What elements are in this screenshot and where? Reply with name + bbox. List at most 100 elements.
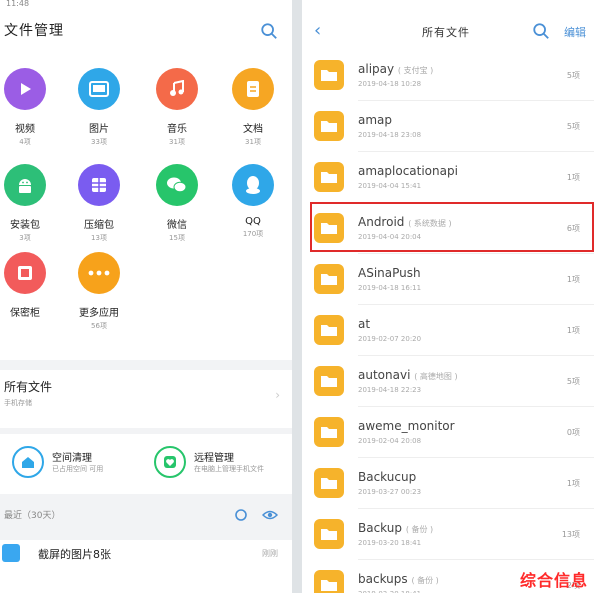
eye-icon[interactable] [262,508,278,522]
all-files-entry[interactable]: 所有文件 手机存储 › [4,378,284,418]
divider [0,360,292,370]
header: 文件管理 [4,20,282,44]
home-icon [12,446,44,478]
category-count: 31项 [245,138,261,146]
folder-name-text: backups [358,572,408,586]
category-label: QQ [245,216,261,227]
search-icon[interactable] [260,22,278,40]
category-image[interactable]: 图片 33项 [70,68,128,147]
category-count: 56项 [91,322,107,330]
folder-count: 1项 [566,326,580,335]
watermark-text: 综合信息 [519,571,588,590]
folder-row[interactable]: amaplocationapi 2019-04-04 15:41 1项 [302,152,594,203]
folder-count: 13项 [561,530,580,539]
folder-count: 0项 [566,428,580,437]
folder-date: 2019-04-18 23:08 [358,131,422,139]
category-label: 微信 [167,220,187,231]
category-more[interactable]: 更多应用 56项 [70,252,128,331]
screenshot-composite: 11:48 文件管理 视频 4项 图片 33项 音乐 31项 文档 31项安装包 3项 压缩包 13… [0,0,594,593]
category-archive[interactable]: 压缩包 13项 [70,164,128,243]
safe-icon [4,252,46,294]
folder-name: autonavi ( 高德地图 ) [358,368,458,382]
folder-date: 2019-02-04 20:08 [358,437,422,445]
folder-icon [314,468,344,498]
folder-count: 1项 [566,275,580,284]
folder-name-text: amaplocationapi [358,164,458,178]
folder-date: 2019-02-07 20:20 [358,335,422,343]
folder-tag: ( 高德地图 ) [414,372,458,381]
back-icon[interactable]: ‹ [314,20,321,41]
folder-tag: ( 备份 ) [411,576,439,585]
folder-row[interactable]: Backucup 2019-03-27 00:23 1项 [302,458,594,509]
folder-date: 2019-04-04 15:41 [358,182,422,190]
folder-name-text: Backup [358,521,402,535]
circle-icon[interactable] [234,508,248,522]
divider [0,428,292,434]
folder-icon [314,417,344,447]
category-label: 压缩包 [84,220,114,231]
folder-row[interactable]: aweme_monitor 2019-02-04 20:08 0项 [302,407,594,458]
page-title: 文件管理 [4,23,64,39]
document-icon [232,68,274,110]
category-count: 31项 [169,138,185,146]
category-label: 文档 [243,124,263,135]
folder-name-text: alipay [358,62,395,76]
folder-date: 2019-03-20 18:41 [358,539,422,547]
folder-name: amaplocationapi [358,164,458,178]
category-music[interactable]: 音乐 31项 [148,68,206,147]
folder-row[interactable]: alipay ( 支付宝 ) 2019-04-18 10:28 5项 [302,50,594,101]
status-bar: 11:48 [0,0,292,10]
folder-row[interactable]: autonavi ( 高德地图 ) 2019-04-18 22:23 5项 [302,356,594,407]
remote-manage-title: 远程管理 [194,453,234,464]
folder-name-text: amap [358,113,393,127]
folder-icon [314,264,344,294]
folder-row[interactable]: Backup ( 备份 ) 2019-03-20 18:41 13项 [302,509,594,560]
remote-manage-subtitle: 在电脑上管理手机文件 [194,465,264,473]
chevron-right-icon: › [275,388,280,402]
category-safe[interactable]: 保密柜 [0,252,54,321]
category-count: 33项 [91,138,107,146]
all-files-screen: ‹ 所有文件 编辑 alipay ( 支付宝 ) 2019-04-18 10:28… [302,0,594,593]
category-qq[interactable]: QQ 170项 [224,164,282,239]
category-label: 保密柜 [10,308,40,319]
more-icon [78,252,120,294]
folder-icon [314,111,344,141]
folder-name: Backup ( 备份 ) [358,521,433,535]
recent-item[interactable]: 截屏的图片8张 刚刚 [0,540,292,570]
category-count: 3项 [19,234,31,242]
edit-button[interactable]: 编辑 [564,24,586,40]
category-count: 13项 [91,234,107,242]
folder-row[interactable]: at 2019-02-07 20:20 1项 [302,305,594,356]
category-play[interactable]: 视频 4项 [0,68,54,147]
folder-name-text: Backucup [358,470,417,484]
folder-row[interactable]: ASinaPush 2019-04-18 16:11 1项 [302,254,594,305]
recent-section-header: 最近（30天） [0,508,292,530]
image-icon [2,544,20,562]
folder-name: Backucup [358,470,416,484]
folder-name: amap [358,113,392,127]
search-icon[interactable] [532,22,550,40]
android-icon [4,164,46,206]
recent-item-title: 截屏的图片8张 [38,548,111,561]
category-label: 更多应用 [79,308,119,319]
category-wechat[interactable]: 微信 15项 [148,164,206,243]
folder-count: 1项 [566,479,580,488]
folder-name-text: ASinaPush [358,266,421,280]
category-android[interactable]: 安装包 3项 [0,164,54,243]
folder-icon [314,570,344,593]
folder-list: alipay ( 支付宝 ) 2019-04-18 10:28 5项 amap 201… [302,50,594,593]
category-label: 图片 [89,124,109,135]
divider [292,0,302,593]
play-icon [4,68,46,110]
folder-icon [314,60,344,90]
folder-date: 2019-03-27 00:23 [358,488,422,496]
folder-name: at [358,317,370,331]
qq-icon [232,164,274,206]
category-count: 170项 [242,230,264,238]
category-document[interactable]: 文档 31项 [224,68,282,147]
folder-count: 5项 [566,122,580,131]
category-count: 15项 [169,234,185,242]
space-cleanup-subtitle: 已占用空间 可用 [52,465,104,473]
image-icon [78,68,120,110]
folder-row[interactable]: amap 2019-04-18 23:08 5项 [302,101,594,152]
